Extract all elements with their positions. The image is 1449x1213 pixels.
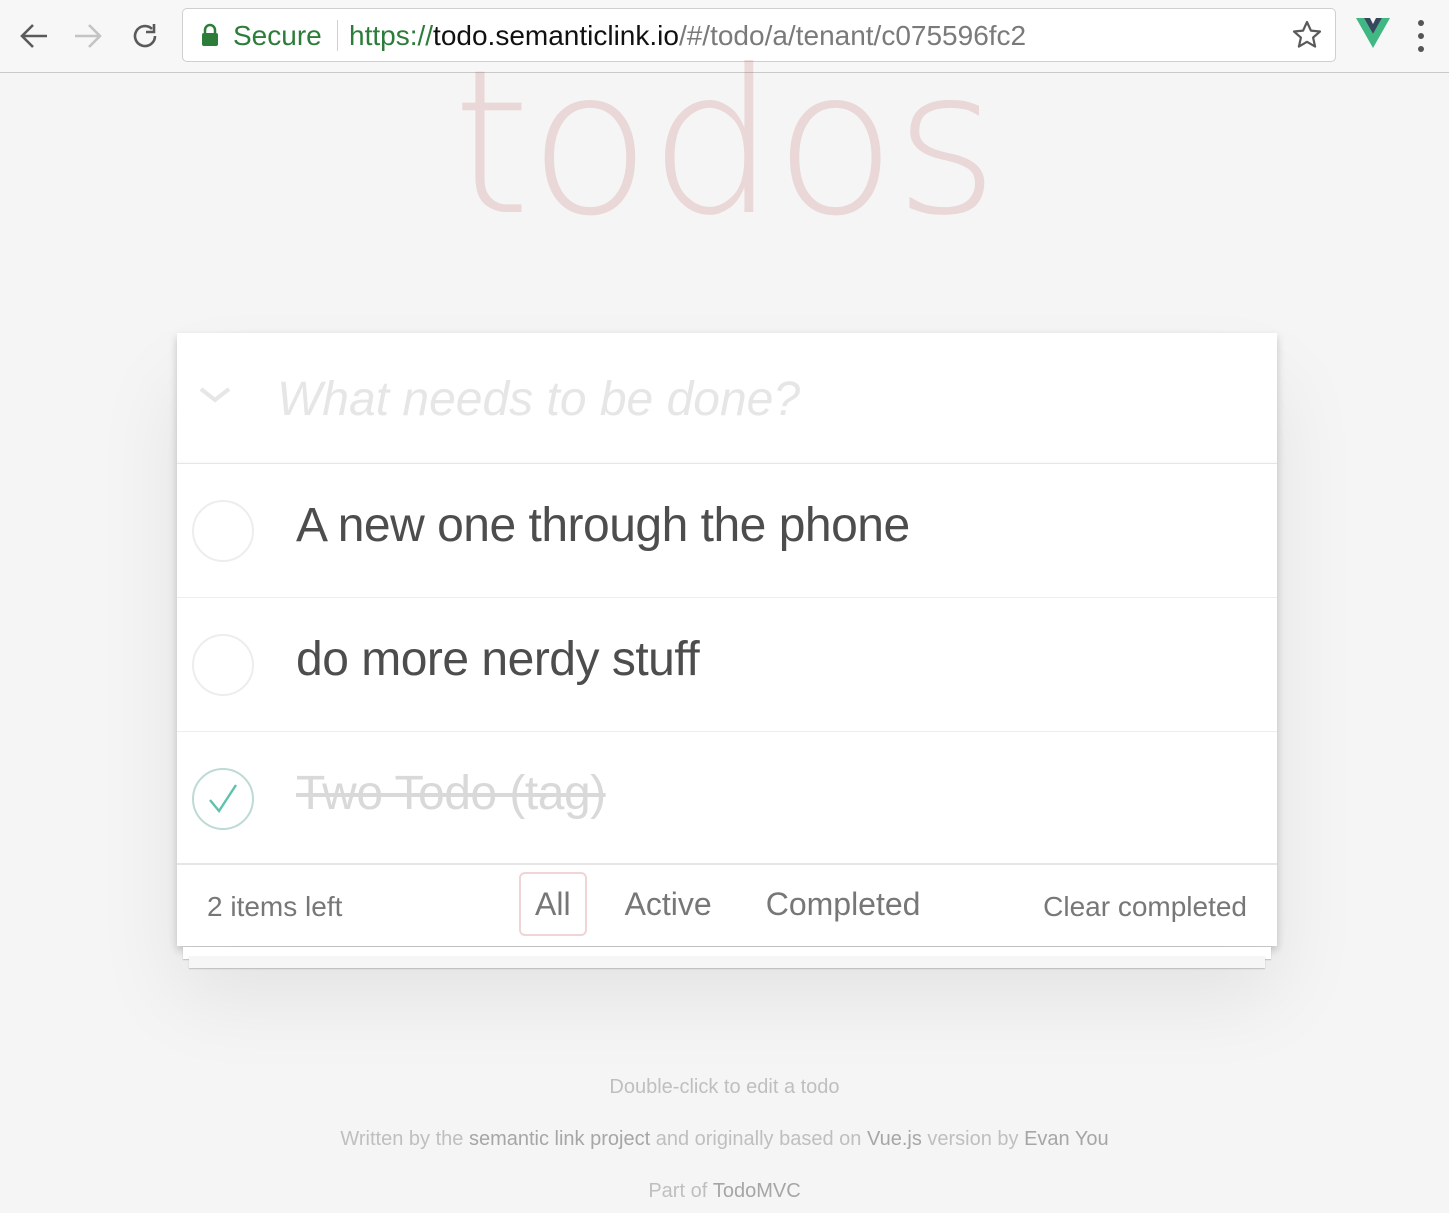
todo-footer: 2 items left All Active Completed Clear … — [177, 864, 1277, 946]
todo-item-completed[interactable]: Two Todo (tag) — [177, 732, 1277, 864]
vuejs-link[interactable]: Vue.js — [867, 1128, 922, 1150]
semantic-link-project-link[interactable]: semantic link project — [469, 1128, 650, 1150]
credits-text: version by — [921, 1128, 1025, 1150]
part-of-text: Part of — [648, 1180, 713, 1202]
todo-toggle[interactable] — [192, 500, 254, 562]
todo-toggle[interactable] — [192, 634, 254, 696]
toggle-all-button[interactable] — [195, 375, 235, 415]
filter-all[interactable]: All — [519, 872, 587, 936]
credits: Written by the semantic link project and… — [0, 1128, 1449, 1151]
part-of: Part of TodoMVC — [0, 1180, 1449, 1203]
card-stack-shadow — [189, 956, 1265, 968]
chevron-down-icon — [199, 387, 231, 403]
filters: All Active Completed — [519, 872, 966, 936]
header — [177, 333, 1277, 464]
items-left-count: 2 items left — [207, 891, 343, 922]
new-todo-input[interactable] — [277, 359, 1237, 439]
todo-list: A new one through the phone do more nerd… — [177, 464, 1277, 864]
clear-completed-button[interactable]: Clear completed — [1043, 891, 1247, 923]
credits-text: Written by the — [340, 1128, 469, 1150]
app-title: todos — [452, 27, 998, 260]
todo-app: A new one through the phone do more nerd… — [177, 333, 1277, 946]
filter-active[interactable]: Active — [609, 872, 728, 936]
todomvc-link[interactable]: TodoMVC — [713, 1180, 801, 1202]
credits-text: and originally based on — [650, 1128, 867, 1150]
todo-title[interactable]: A new one through the phone — [296, 498, 910, 554]
todo-toggle-checked[interactable] — [192, 768, 254, 830]
todo-item[interactable]: A new one through the phone — [177, 464, 1277, 598]
edit-hint: Double-click to edit a todo — [609, 1076, 840, 1098]
filter-completed[interactable]: Completed — [750, 872, 937, 936]
todo-title[interactable]: Two Todo (tag) — [296, 766, 606, 822]
checkmark-icon — [209, 784, 238, 814]
evan-you-link[interactable]: Evan You — [1024, 1128, 1109, 1150]
todo-title[interactable]: do more nerdy stuff — [296, 632, 700, 688]
todo-item[interactable]: do more nerdy stuff — [177, 598, 1277, 732]
